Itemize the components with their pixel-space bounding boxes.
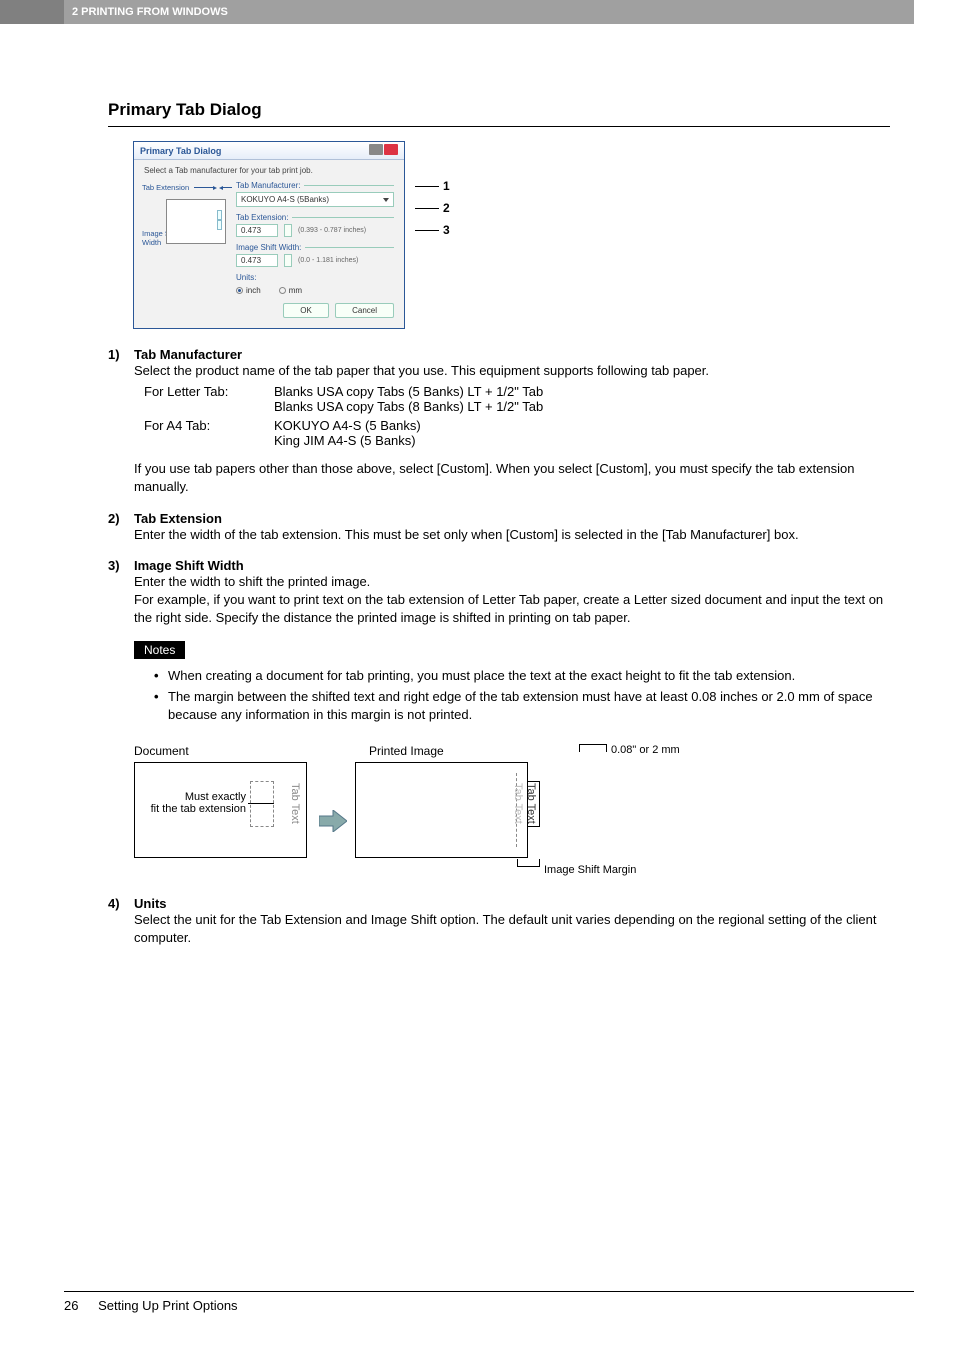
- note-2: The margin between the shifted text and …: [154, 688, 890, 724]
- close-icon[interactable]: [368, 144, 398, 157]
- units-inch-radio[interactable]: [236, 287, 243, 294]
- section-title: Primary Tab Dialog: [108, 100, 890, 127]
- primary-tab-dialog: Primary Tab Dialog Select a Tab manufact…: [133, 141, 405, 329]
- printed-image-rect: Tab Text Tab Text: [355, 762, 528, 858]
- ok-button[interactable]: OK: [283, 303, 329, 318]
- item-1-num: 1): [108, 347, 134, 452]
- tab-manufacturer-select[interactable]: KOKUYO A4-S (5Banks): [236, 192, 394, 207]
- dialog-titlebar: Primary Tab Dialog: [134, 142, 404, 160]
- item-3-desc1: Enter the width to shift the printed ima…: [134, 573, 890, 591]
- callout-1: 1: [443, 179, 450, 193]
- image-shift-hint: (0.0 - 1.181 inches): [298, 257, 358, 264]
- tab-extension-grouplabel: Tab Extension:: [236, 213, 288, 222]
- tab-extension-hint: (0.393 - 0.787 inches): [298, 227, 366, 234]
- diagram-dimension: 0.08" or 2 mm: [579, 744, 890, 758]
- diagram-document-label: Document: [134, 744, 369, 758]
- tab-manufacturer-grouplabel: Tab Manufacturer:: [236, 181, 300, 190]
- image-shift-grouplabel: Image Shift Width:: [236, 243, 301, 252]
- note-1: When creating a document for tab printin…: [154, 667, 890, 685]
- cancel-button[interactable]: Cancel: [335, 303, 394, 318]
- units-mm-label: mm: [289, 286, 302, 295]
- dialog-preview-pane: Tab Extension Image Shift Width: [144, 181, 226, 295]
- tab-manufacturer-value: KOKUYO A4-S (5Banks): [241, 195, 329, 204]
- item-4-num: 4): [108, 896, 134, 947]
- dialog-instruction: Select a Tab manufacturer for your tab p…: [144, 166, 394, 175]
- units-inch-label: inch: [246, 286, 261, 295]
- notes-label: Notes: [134, 641, 185, 659]
- a4-tab-label: For A4 Tab:: [144, 418, 274, 448]
- must-fit-line1: Must exactly: [151, 791, 246, 803]
- must-fit-line2: fit the tab extension: [151, 803, 246, 815]
- image-shift-margin-label: Image Shift Margin: [544, 864, 890, 876]
- units-grouplabel: Units:: [236, 273, 256, 282]
- item-3-num: 3): [108, 558, 134, 628]
- callout-2: 2: [443, 201, 450, 215]
- item-3-desc2: For example, if you want to print text o…: [134, 591, 890, 627]
- left-margin-strip: [0, 0, 64, 24]
- page-number: 26: [64, 1298, 78, 1313]
- footer-title: Setting Up Print Options: [98, 1298, 237, 1313]
- diagram-printed-label: Printed Image: [369, 744, 579, 758]
- item-4-title: Units: [134, 896, 890, 911]
- item-2-num: 2): [108, 511, 134, 544]
- tab-extension-input[interactable]: 0.473: [236, 224, 278, 237]
- breadcrumb: 2 PRINTING FROM WINDOWS: [72, 6, 228, 18]
- header-bar: 2 PRINTING FROM WINDOWS: [64, 0, 914, 24]
- diagram: Document Printed Image 0.08" or 2 mm Mus…: [134, 744, 890, 876]
- dialog-title: Primary Tab Dialog: [140, 146, 221, 156]
- chevron-down-icon: [383, 198, 389, 202]
- units-mm-radio[interactable]: [279, 287, 286, 294]
- tab-extension-spinner[interactable]: [284, 224, 292, 237]
- item-3-title: Image Shift Width: [134, 558, 890, 573]
- letter-tab-value-1: Blanks USA copy Tabs (5 Banks) LT + 1/2"…: [274, 384, 890, 399]
- letter-tab-value-2: Blanks USA copy Tabs (8 Banks) LT + 1/2"…: [274, 399, 890, 414]
- item-1-title: Tab Manufacturer: [134, 347, 890, 362]
- tab-extension-label: Tab Extension: [142, 183, 189, 192]
- document-rect: Must exactly fit the tab extension Tab T…: [134, 762, 307, 858]
- item-1-desc: Select the product name of the tab paper…: [134, 362, 890, 380]
- a4-tab-value-2: King JIM A4-S (5 Banks): [274, 433, 890, 448]
- image-shift-spinner[interactable]: [284, 254, 292, 267]
- footer: 26 Setting Up Print Options: [64, 1291, 914, 1313]
- printed-tab-text: Tab Text: [525, 783, 537, 824]
- item-2-title: Tab Extension: [134, 511, 890, 526]
- callout-3: 3: [443, 223, 450, 237]
- item-4-desc: Select the unit for the Tab Extension an…: [134, 911, 890, 947]
- image-shift-input[interactable]: 0.473: [236, 254, 278, 267]
- a4-tab-value-1: KOKUYO A4-S (5 Banks): [274, 418, 890, 433]
- letter-tab-label: For Letter Tab:: [144, 384, 274, 414]
- item-2-desc: Enter the width of the tab extension. Th…: [134, 526, 890, 544]
- printed-tab-text-shadow: Tab Text: [512, 783, 524, 824]
- item-1-after-text: If you use tab papers other than those a…: [134, 460, 890, 496]
- document-tab-text: Tab Text: [289, 783, 301, 824]
